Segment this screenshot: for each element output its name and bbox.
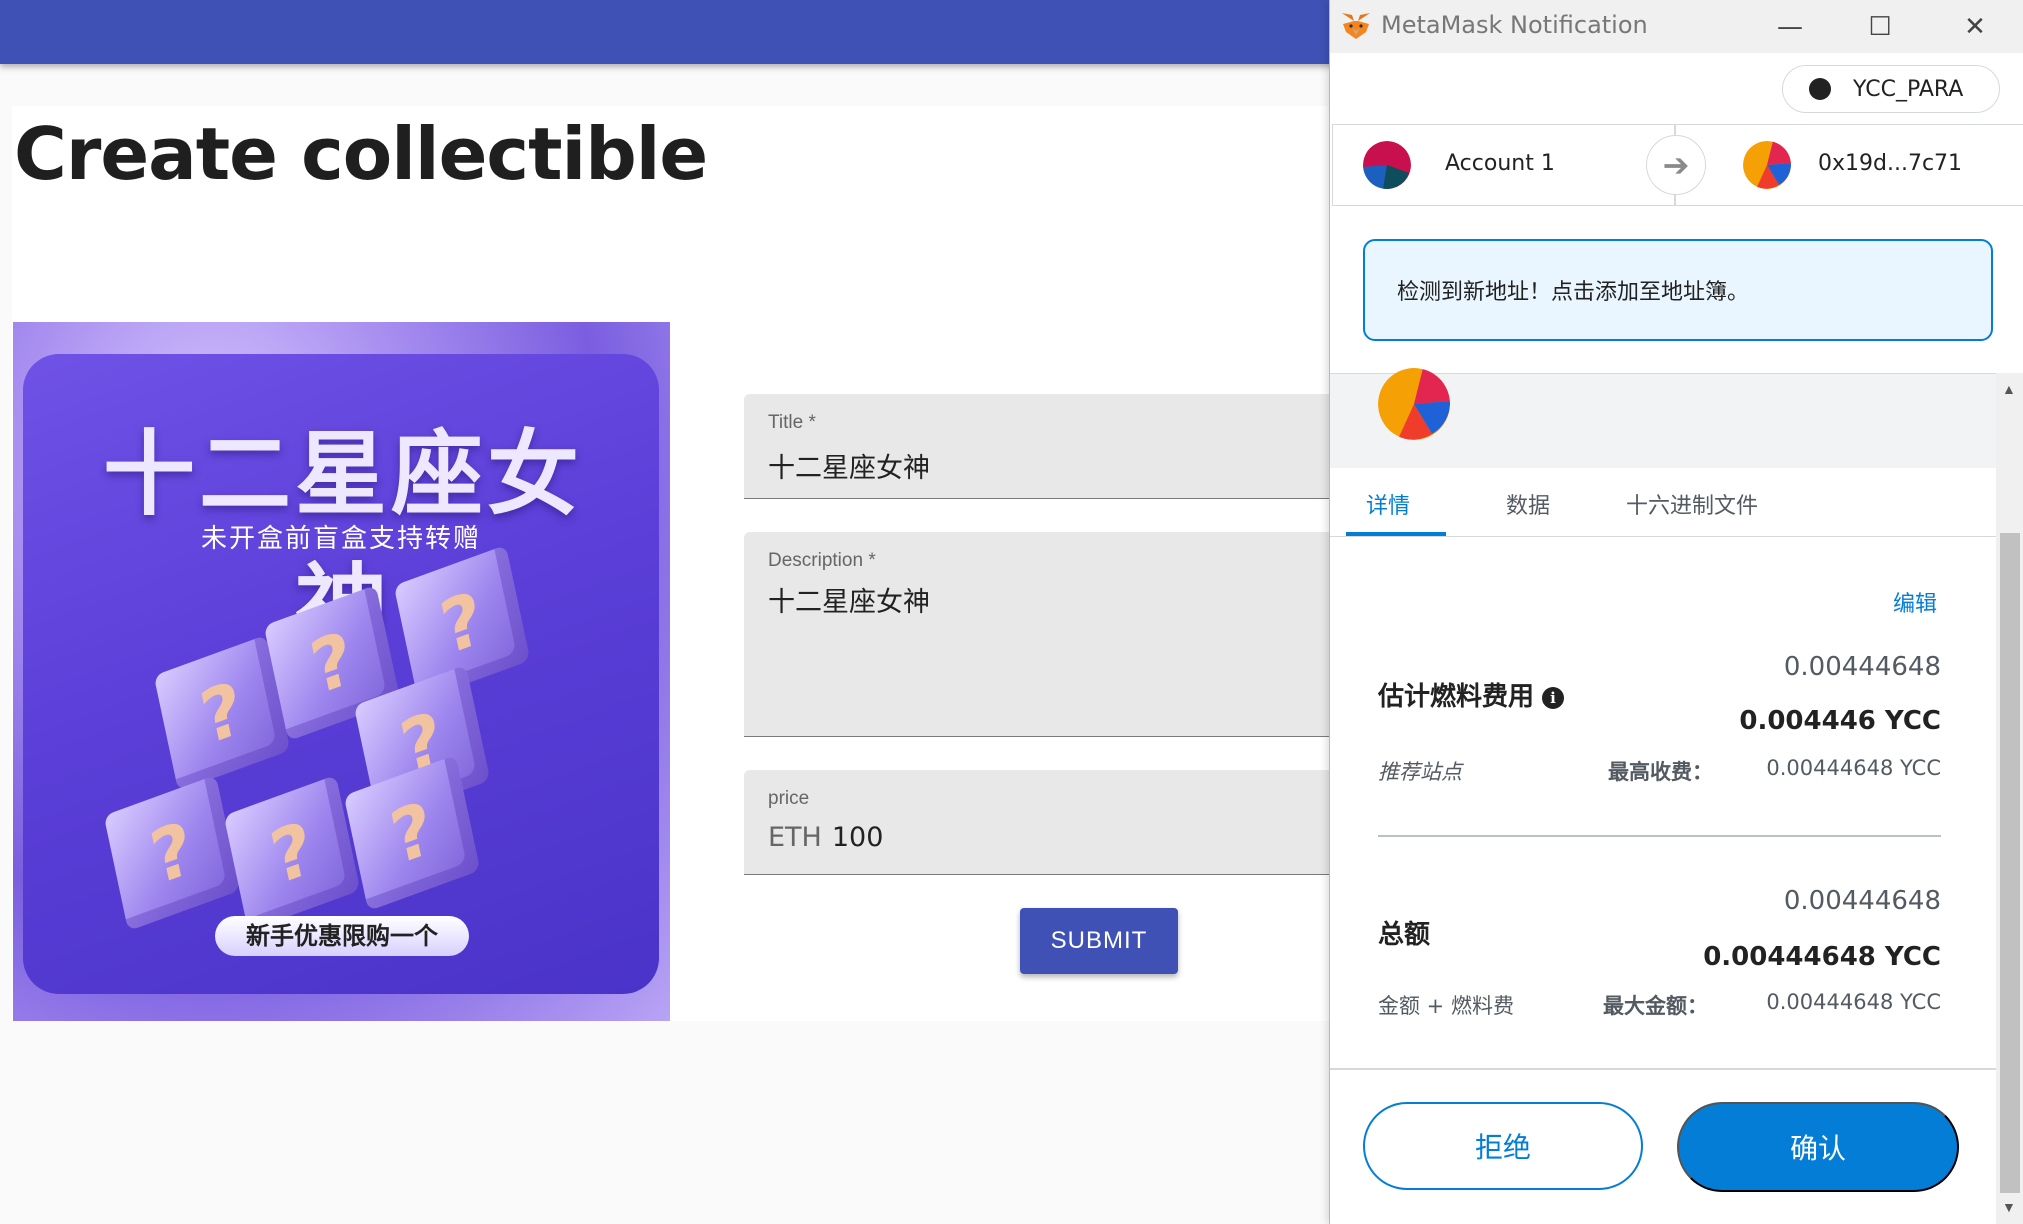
mystery-cube: ? [343, 754, 481, 912]
price-field[interactable]: price ETH 100 [744, 770, 1344, 875]
maximize-button[interactable]: ☐ [1860, 12, 1900, 42]
account-avatar-icon [1363, 141, 1411, 189]
mystery-cube: ? [103, 774, 241, 932]
gas-fee-label: 估计燃料费用 [1378, 682, 1535, 712]
page-title: Create collectible [14, 112, 708, 196]
confirm-button[interactable]: 确认 [1677, 1102, 1959, 1192]
submit-button[interactable]: SUBMIT [1020, 908, 1178, 974]
price-currency-prefix: ETH [768, 822, 822, 853]
total-amount-bold: 0.00444648 YCC [1703, 942, 1941, 972]
title-input[interactable]: 十二星座女神 [768, 446, 930, 485]
recipient-large-avatar-icon [1378, 368, 1450, 440]
sender-recipient-bar: Account 1 ➔ 0x19d...7c71 [1332, 124, 2023, 206]
section-divider [1378, 835, 1941, 837]
title-field[interactable]: Title * 十二星座女神 [744, 394, 1344, 499]
details-tabs: 详情 数据 十六进制文件 [1330, 468, 1996, 537]
scroll-down-icon[interactable]: ▼ [2002, 1199, 2016, 1215]
recipient-address[interactable]: 0x19d...7c71 [1818, 151, 1962, 176]
title-label: Title * [768, 412, 816, 433]
collectible-image: 十二星座女神 未开盒前盲盒支持转赠 ? ? ? ? ? ? ? 新手优惠限购一个 [13, 322, 670, 1021]
from-account-name[interactable]: Account 1 [1445, 151, 1555, 176]
scroll-thumb[interactable] [2000, 533, 2020, 1193]
transaction-header [1330, 368, 2023, 469]
recommended-site-label: 推荐站点 [1378, 760, 1462, 784]
window-title: MetaMask Notification [1381, 11, 1648, 39]
edit-gas-link[interactable]: 编辑 [1893, 586, 1937, 618]
mystery-cube: ? [223, 774, 361, 932]
metamask-window: MetaMask Notification — ☐ ✕ YCC_PARA Acc… [1329, 0, 2023, 1224]
max-fee-value: 0.00444648 YCC [1766, 756, 1941, 780]
recipient-avatar-icon [1743, 141, 1791, 189]
network-name: YCC_PARA [1853, 76, 1964, 102]
reject-button[interactable]: 拒绝 [1363, 1102, 1643, 1190]
price-input-wrapper[interactable]: ETH 100 [768, 822, 883, 853]
artwork-subtitle: 未开盒前盲盒支持转赠 [200, 524, 481, 554]
minimize-button[interactable]: — [1770, 12, 1810, 42]
arrow-right-icon: ➔ [1646, 135, 1706, 195]
description-label: Description * [768, 550, 876, 571]
description-input[interactable]: 十二星座女神 [768, 580, 930, 619]
tab-hex[interactable]: 十六进制文件 [1626, 488, 1758, 520]
tab-details[interactable]: 详情 [1366, 488, 1410, 520]
tab-data[interactable]: 数据 [1506, 488, 1550, 520]
info-icon[interactable]: i [1542, 686, 1565, 709]
artwork-panel: 十二星座女神 未开盒前盲盒支持转赠 ? ? ? ? ? ? ? [23, 354, 659, 994]
gas-fee-amount: 0.00444648 [1783, 652, 1941, 682]
price-input[interactable]: 100 [832, 822, 884, 853]
price-label: price [768, 788, 810, 809]
gas-fee-label-wrapper: 估计燃料费用 i [1378, 676, 1565, 713]
alert-text: 检测到新地址！点击添加至地址簿。 [1397, 280, 1750, 305]
active-tab-indicator [1346, 532, 1446, 536]
metamask-fox-icon [1342, 13, 1370, 39]
scroll-up-icon[interactable]: ▲ [2002, 381, 2016, 397]
network-selector[interactable]: YCC_PARA [1782, 65, 2000, 113]
gas-fee-amount-bold: 0.004446 YCC [1739, 706, 1941, 736]
new-address-alert[interactable]: 检测到新地址！点击添加至地址簿。 [1363, 239, 1993, 341]
scrollbar[interactable]: ▲ ▼ [1996, 373, 2023, 1224]
max-amount-value: 0.00444648 YCC [1766, 990, 1941, 1014]
window-title-bar: MetaMask Notification — ☐ ✕ [1330, 0, 2023, 53]
close-button[interactable]: ✕ [1955, 12, 1995, 42]
artwork-badge: 新手优惠限购一个 [215, 916, 469, 956]
total-amount: 0.00444648 [1783, 886, 1941, 916]
description-field[interactable]: Description * 十二星座女神 [744, 532, 1344, 737]
network-status-icon [1809, 78, 1831, 100]
total-label: 总额 [1378, 920, 1431, 950]
footer-divider [1330, 1068, 1996, 1070]
app-top-bar [0, 0, 1340, 64]
amount-plus-gas-label: 金额 + 燃料费 [1378, 994, 1514, 1018]
